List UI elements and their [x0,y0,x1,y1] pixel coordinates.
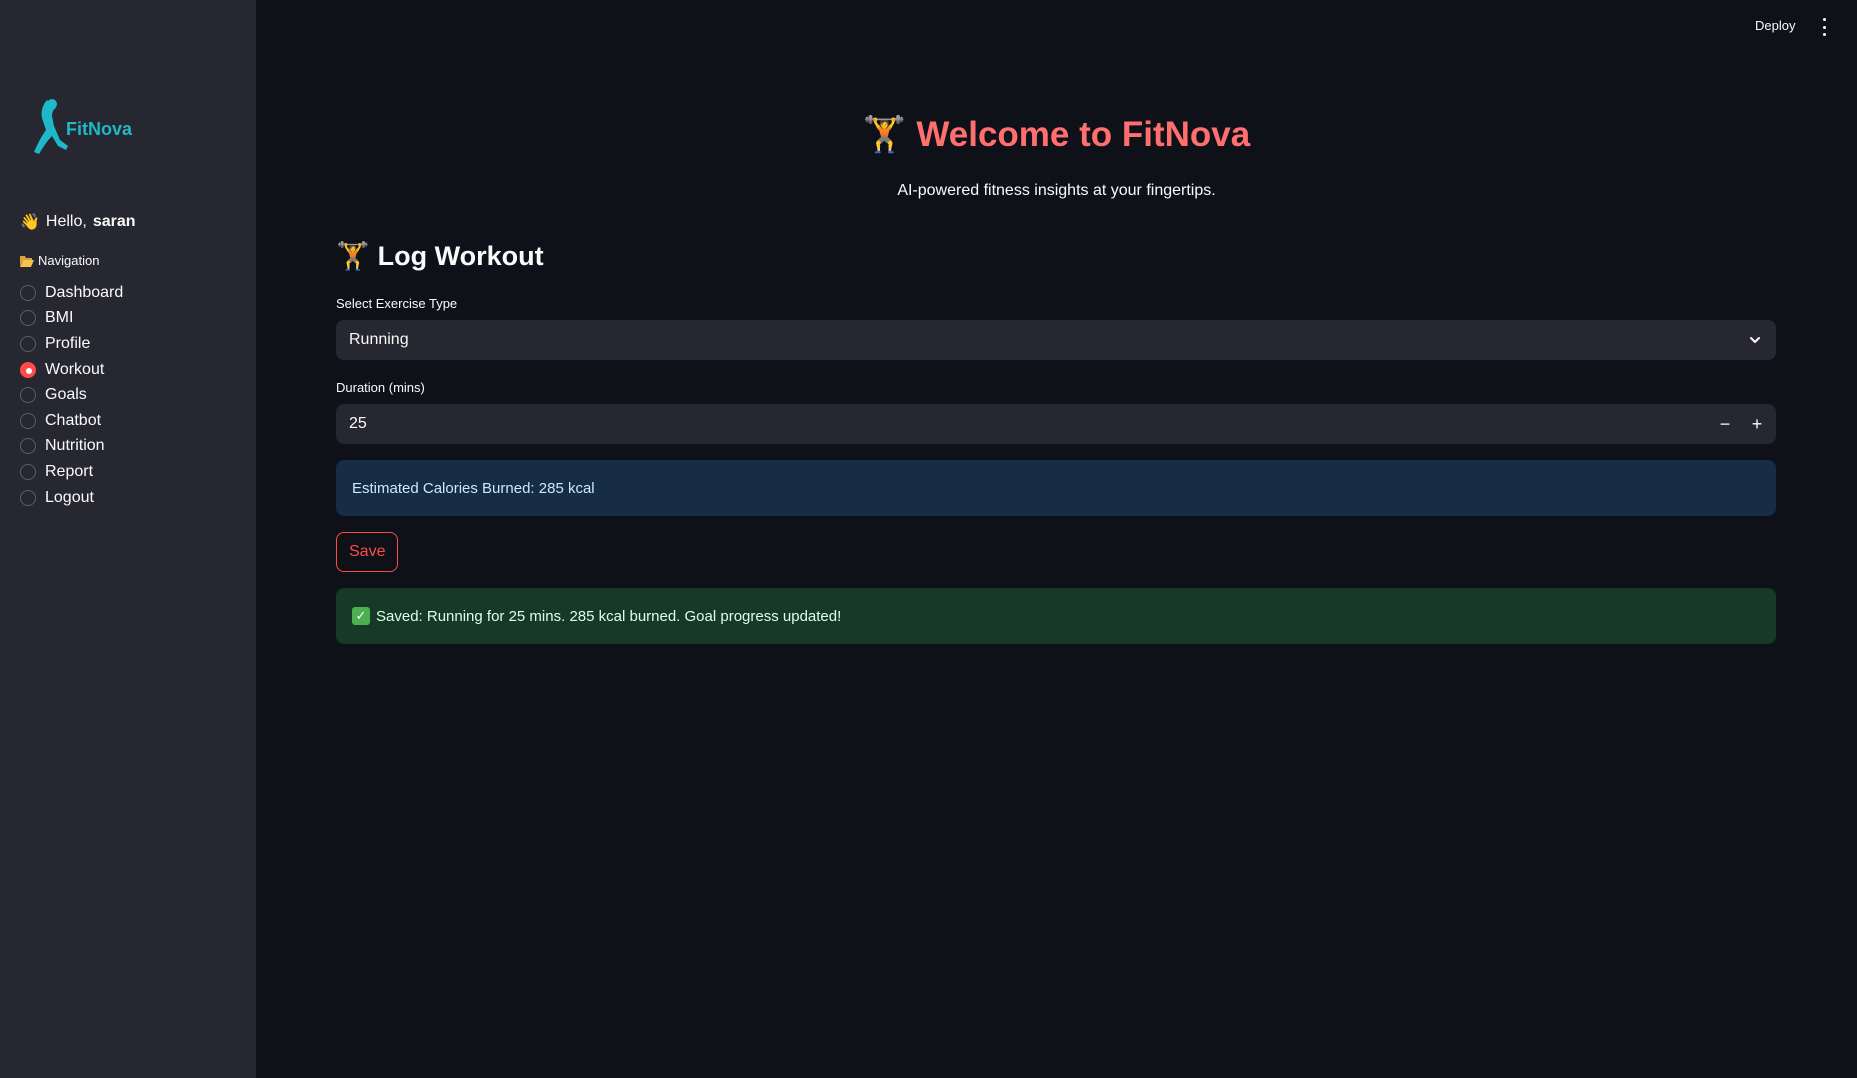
increment-button[interactable]: + [1742,404,1772,444]
username: saran [92,212,136,230]
runner-logo-icon [34,99,68,154]
nav-item-label: Profile [45,334,91,352]
duration-input[interactable]: 25 − + [336,404,1776,444]
duration-label: Duration (mins) [336,380,425,395]
radio-goals[interactable] [20,387,36,404]
weightlifter-icon: 🏋 [862,115,907,155]
page-title: 🏋 Welcome to FitNova [862,114,1251,156]
logo-text: FitNova [66,119,133,139]
nav-item-profile[interactable]: Profile [20,331,123,357]
deploy-button[interactable]: Deploy [1755,18,1795,33]
exercise-type-value: Running [349,331,409,348]
nav-item-bmi[interactable]: BMI [20,306,123,332]
decrement-button[interactable]: − [1710,404,1740,444]
nav-item-label: Goals [45,386,87,404]
nav-item-label: BMI [45,309,74,327]
navigation-radio-group: Dashboard BMI Profile Workout Goals Chat… [20,280,123,510]
calories-info-alert: Estimated Calories Burned: 285 kcal [336,460,1776,516]
exercise-type-select[interactable]: Running [336,320,1776,360]
nav-item-dashboard[interactable]: Dashboard [20,280,123,306]
navigation-label-text: Navigation [38,253,100,268]
nav-item-label: Chatbot [45,411,102,429]
save-success-text: Saved: Running for 25 mins. 285 kcal bur… [376,607,842,625]
radio-logout[interactable] [20,489,36,506]
nav-item-chatbot[interactable]: Chatbot [20,408,123,434]
nav-item-goals[interactable]: Goals [20,382,123,408]
fitnova-logo: FitNova [30,96,132,160]
duration-value[interactable]: 25 [349,415,1763,433]
nav-item-logout[interactable]: Logout [20,485,123,511]
page-subtitle: AI-powered fitness insights at your fing… [897,182,1216,199]
greeting-prefix: Hello, [45,212,87,230]
open-folder-icon [20,255,34,267]
save-success-alert: ✓ Saved: Running for 25 mins. 285 kcal b… [336,588,1776,644]
nav-item-workout[interactable]: Workout [20,357,123,383]
radio-dashboard[interactable] [20,284,36,301]
app-root: FitNova 👋 Hello, saran Navigation Dashbo… [0,0,1857,1078]
sidebar: FitNova 👋 Hello, saran Navigation Dashbo… [0,0,256,1078]
radio-workout[interactable] [20,361,36,378]
page-header: 🏋 Welcome to FitNova [256,114,1857,156]
radio-chatbot[interactable] [20,412,36,429]
radio-report[interactable] [20,463,36,480]
radio-nutrition[interactable] [20,438,36,455]
radio-profile[interactable] [20,335,36,352]
nav-item-label: Nutrition [45,437,105,455]
nav-item-label: Dashboard [45,283,124,301]
section-title-text: Log Workout [377,240,544,271]
waving-hand-icon: 👋 [20,212,40,231]
nav-item-label: Workout [45,360,105,378]
check-mark-icon: ✓ [352,607,370,625]
nav-item-report[interactable]: Report [20,459,123,485]
greeting: 👋 Hello, saran [20,212,136,231]
nav-item-nutrition[interactable]: Nutrition [20,434,123,460]
exercise-type-label: Select Exercise Type [336,296,458,311]
save-button[interactable]: Save [336,532,399,572]
nav-item-label: Logout [45,488,94,506]
nav-item-label: Report [45,462,94,480]
weightlifter-icon: 🏋 [336,241,370,272]
section-title: 🏋 Log Workout [336,240,544,273]
calories-info-text: Estimated Calories Burned: 285 kcal [352,479,595,497]
chevron-down-icon[interactable] [1748,333,1762,347]
page-title-text: Welcome to FitNova [916,114,1251,154]
navigation-label: Navigation [20,253,99,268]
radio-bmi[interactable] [20,310,36,327]
more-vertical-icon[interactable] [1820,18,1828,36]
